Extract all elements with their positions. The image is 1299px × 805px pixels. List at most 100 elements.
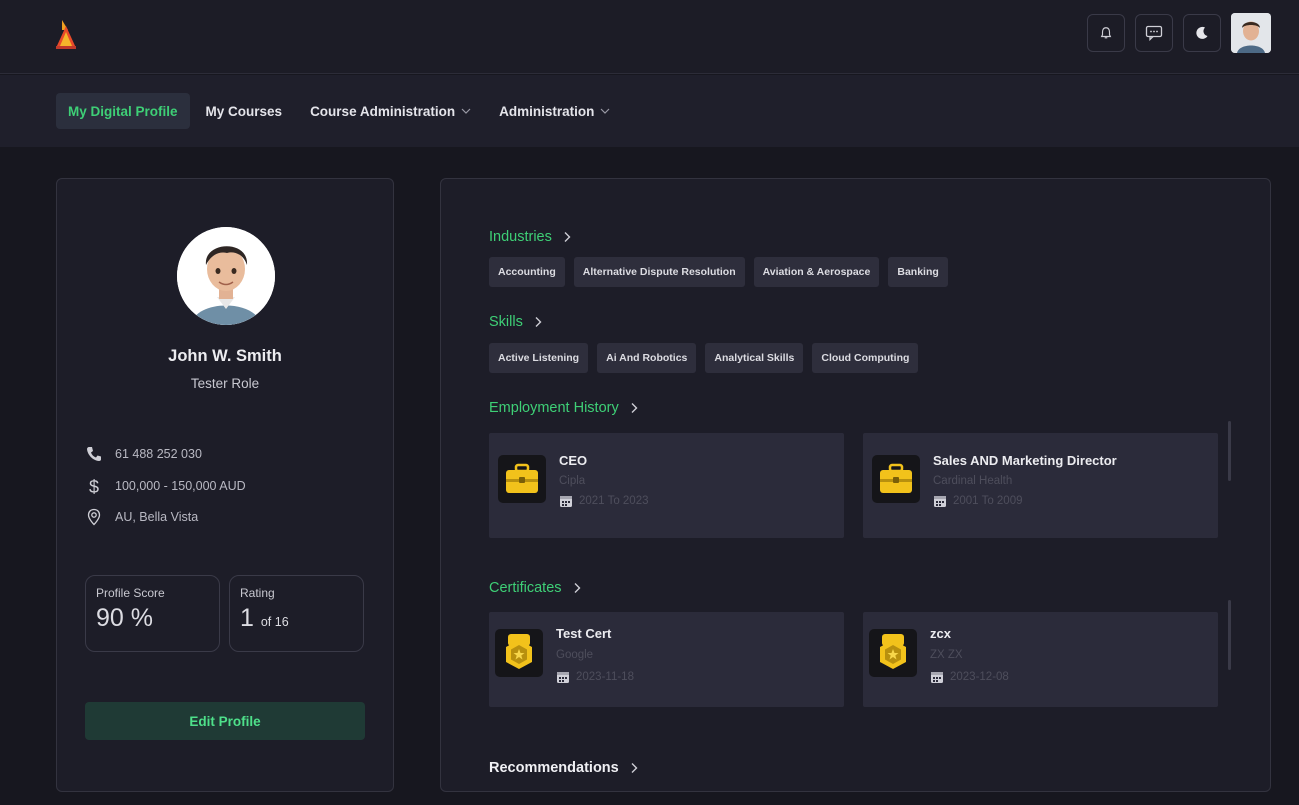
nav-label: Administration — [499, 103, 595, 119]
industries-title: Industries — [489, 229, 552, 245]
calendar-icon — [931, 672, 943, 683]
profile-details-card: Industries Accounting Alternative Disput… — [440, 178, 1271, 792]
profile-name: John W. Smith — [168, 347, 282, 365]
recommendations-header[interactable]: Recommendations — [489, 760, 639, 776]
certificate-date: 2023-12-08 — [950, 671, 1009, 683]
app-logo-icon[interactable] — [54, 18, 78, 50]
skills-header[interactable]: Skills — [489, 314, 543, 330]
dollar-icon: $ — [89, 477, 99, 495]
location-text: AU, Bella Vista — [115, 510, 199, 524]
nav-my-courses[interactable]: My Courses — [194, 93, 295, 129]
messages-button[interactable] — [1135, 14, 1173, 52]
bell-icon — [1100, 27, 1112, 39]
rating-value: 1 — [240, 604, 254, 632]
location-pin-icon — [87, 508, 101, 526]
nav-course-administration[interactable]: Course Administration — [298, 93, 483, 129]
certificates-header[interactable]: Certificates — [489, 580, 582, 596]
certificate-issuer: ZX ZX — [930, 649, 963, 661]
certificate-badge-icon — [880, 634, 906, 669]
nav-label: My Courses — [205, 103, 283, 119]
skills-tags: Active Listening Ai And Robotics Analyti… — [489, 343, 919, 373]
user-avatar[interactable] — [1231, 13, 1271, 53]
certificate-icon-wrapper — [495, 629, 543, 677]
certificate-icon-wrapper — [869, 629, 917, 677]
nav-label: My Digital Profile — [68, 103, 178, 119]
calendar-icon — [557, 672, 569, 683]
certificate-issuer: Google — [556, 649, 594, 661]
employment-card[interactable]: Sales AND Marketing Director Cardinal He… — [863, 433, 1218, 538]
main-navigation: My Digital Profile My Courses Course Adm… — [0, 75, 1299, 147]
briefcase-icon-wrapper — [872, 455, 920, 503]
certificates-scrollbar[interactable] — [1228, 600, 1231, 670]
chevron-down-icon — [461, 108, 471, 114]
date-range: 2001 To 2009 — [953, 495, 1023, 507]
nav-label: Course Administration — [310, 103, 456, 119]
salary-row: $ 100,000 - 150,000 AUD — [85, 477, 246, 495]
profile-avatar-icon — [177, 227, 275, 325]
job-title: CEO — [559, 453, 588, 468]
industry-tag[interactable]: Banking — [888, 257, 948, 287]
chevron-right-icon — [535, 317, 542, 327]
location-row: AU, Bella Vista — [85, 508, 198, 526]
industries-header[interactable]: Industries — [489, 229, 572, 245]
svg-text:$: $ — [89, 477, 99, 495]
calendar-icon — [934, 496, 946, 507]
salary-range: 100,000 - 150,000 AUD — [115, 479, 246, 493]
skill-tag[interactable]: Ai And Robotics — [597, 343, 697, 373]
employment-card[interactable]: CEO Cipla 2021 To 2023 — [489, 433, 844, 538]
avatar-icon — [1231, 13, 1271, 53]
job-title: Sales AND Marketing Director — [933, 453, 1117, 468]
industry-tag[interactable]: Aviation & Aerospace — [753, 257, 880, 287]
theme-toggle-button[interactable] — [1183, 14, 1221, 52]
chevron-right-icon — [631, 403, 638, 413]
employment-history-header[interactable]: Employment History — [489, 400, 639, 416]
employment-scrollbar[interactable] — [1228, 421, 1231, 481]
industry-tag[interactable]: Accounting — [489, 257, 565, 287]
chevron-down-icon — [600, 108, 610, 114]
company-name: Cipla — [559, 475, 586, 487]
industries-tags: Accounting Alternative Dispute Resolutio… — [489, 257, 948, 287]
certificate-title: zcx — [930, 626, 951, 641]
date-range: 2021 To 2023 — [579, 495, 649, 507]
chevron-right-icon — [574, 583, 581, 593]
certificate-card[interactable]: Test Cert Google 2023-11-18 — [489, 612, 844, 707]
profile-score-box: Profile Score 90 % — [85, 575, 220, 652]
rating-box: Rating 1 of 16 — [229, 575, 364, 652]
skill-tag[interactable]: Cloud Computing — [812, 343, 919, 373]
notifications-button[interactable] — [1087, 14, 1125, 52]
skills-title: Skills — [489, 314, 523, 330]
top-bar — [0, 0, 1299, 74]
chat-icon — [1145, 25, 1163, 41]
certificate-date-row: 2023-11-18 — [556, 670, 634, 684]
briefcase-icon — [506, 463, 538, 493]
chevron-right-icon — [564, 232, 571, 242]
industry-tag[interactable]: Alternative Dispute Resolution — [573, 257, 745, 287]
employment-history-title: Employment History — [489, 400, 619, 416]
certificate-date-row: 2023-12-08 — [930, 670, 1009, 684]
profile-role: Tester Role — [190, 376, 260, 391]
edit-profile-button[interactable]: Edit Profile — [85, 702, 365, 740]
recommendations-title: Recommendations — [489, 760, 619, 776]
employment-dates: 2021 To 2023 — [559, 494, 649, 508]
chevron-right-icon — [631, 763, 638, 773]
certificate-date: 2023-11-18 — [576, 671, 634, 683]
profile-card: John W. Smith Tester Role 61 488 252 030… — [56, 178, 394, 792]
nav-my-digital-profile[interactable]: My Digital Profile — [56, 93, 190, 129]
certificates-title: Certificates — [489, 580, 562, 596]
profile-avatar — [177, 227, 275, 325]
rating-of: of 16 — [260, 615, 289, 629]
company-name: Cardinal Health — [933, 475, 1013, 487]
calendar-icon — [560, 496, 572, 507]
phone-number: 61 488 252 030 — [115, 447, 202, 461]
nav-administration[interactable]: Administration — [487, 93, 622, 129]
moon-icon — [1196, 26, 1208, 39]
employment-dates: 2001 To 2009 — [933, 494, 1023, 508]
skill-tag[interactable]: Active Listening — [489, 343, 589, 373]
phone-icon — [87, 447, 101, 461]
skill-tag[interactable]: Analytical Skills — [705, 343, 804, 373]
certificate-card[interactable]: zcx ZX ZX 2023-12-08 — [863, 612, 1218, 707]
certificate-badge-icon — [506, 634, 532, 669]
profile-score-value: 90 % — [96, 604, 153, 632]
rating-value-container: 1 of 16 — [240, 604, 353, 633]
profile-score-label: Profile Score — [96, 586, 165, 600]
